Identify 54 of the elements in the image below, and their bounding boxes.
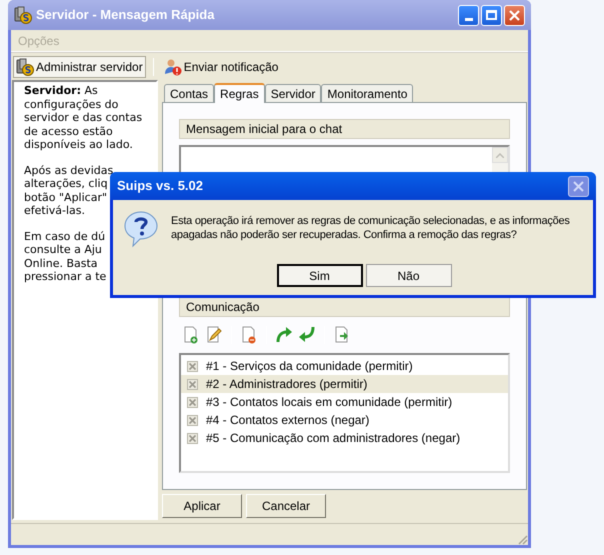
help-text-line: pressionar a te bbox=[24, 270, 106, 284]
rule-item[interactable]: #1 - Serviços da comunidade (permitir) bbox=[181, 357, 508, 375]
dialog-button[interactable]: Sim bbox=[276, 264, 362, 287]
dialog-message: Esta operação irá remover as regras de comunicação selecionadas, e as informações apagadas não poderão ser recuperadas. Confirma a remoção das regras? bbox=[171, 214, 571, 242]
tab[interactable]: Regras bbox=[214, 83, 265, 103]
group-header: Mensagem inicial para o chat bbox=[179, 119, 510, 139]
rule-item[interactable]: #5 - Comunicação com administradores (negar) bbox=[181, 429, 508, 447]
resize-grip-icon[interactable] bbox=[516, 533, 528, 545]
server-icon bbox=[16, 58, 34, 76]
help-text-line: consulte a Aju bbox=[24, 243, 102, 256]
checkbox[interactable] bbox=[187, 414, 198, 426]
question-icon bbox=[123, 210, 159, 248]
dialog-button[interactable]: Não bbox=[366, 264, 452, 287]
app-icon bbox=[14, 6, 32, 24]
rule-item[interactable]: #3 - Contatos locais em comunidade (permitir) bbox=[181, 393, 508, 411]
help-text-line: servidor e das contas bbox=[24, 111, 142, 124]
help-text-line: Servidor: As bbox=[24, 84, 98, 98]
dialog-button[interactable]: Aplicar bbox=[162, 494, 242, 518]
toolbar-button[interactable]: Enviar notificação bbox=[160, 56, 282, 78]
person-alert-icon bbox=[164, 58, 182, 76]
checkbox[interactable] bbox=[187, 360, 198, 372]
help-text-line: configurações do bbox=[24, 98, 118, 111]
minimize-button[interactable] bbox=[458, 4, 479, 26]
help-text-line: Em caso de dú bbox=[24, 230, 106, 243]
maximize-button[interactable] bbox=[481, 4, 502, 26]
close-button[interactable] bbox=[568, 176, 589, 196]
curved-arrow-icon[interactable] bbox=[275, 326, 293, 344]
help-text-line: botão "Aplicar" bbox=[24, 190, 108, 204]
pencil-icon[interactable] bbox=[205, 326, 223, 344]
help-text-line: disponíveis ao lado. bbox=[24, 138, 133, 152]
help-text-line: de acesso estão bbox=[24, 124, 113, 138]
tab[interactable]: Servidor bbox=[264, 84, 322, 102]
help-text-line: Após as devidas bbox=[24, 164, 114, 177]
export-icon[interactable] bbox=[333, 326, 351, 344]
checkbox[interactable] bbox=[187, 396, 198, 408]
dialog-title: Suips vs. 5.02 bbox=[117, 177, 204, 196]
checkbox[interactable] bbox=[187, 432, 198, 444]
new-document-icon[interactable] bbox=[182, 326, 200, 344]
close-icon bbox=[509, 10, 520, 20]
close-icon bbox=[573, 180, 584, 192]
help-text-line: Online. Basta bbox=[24, 256, 98, 270]
dialog-button[interactable]: Cancelar bbox=[246, 494, 326, 518]
help-text-line: efetivá-las. bbox=[24, 204, 86, 218]
delete-document-icon[interactable] bbox=[240, 326, 258, 344]
rule-item[interactable]: #4 - Contatos externos (negar) bbox=[181, 411, 508, 429]
tab[interactable]: Contas bbox=[164, 84, 214, 102]
group-header: Comunicação bbox=[179, 297, 510, 317]
checkbox[interactable] bbox=[187, 378, 198, 390]
return-arrow-icon[interactable] bbox=[298, 326, 316, 344]
tab[interactable]: Monitoramento bbox=[321, 84, 414, 102]
help-text-line: alterações, cliq bbox=[24, 177, 108, 190]
window-title: Servidor - Mensagem Rápida bbox=[36, 6, 216, 24]
rule-item[interactable]: #2 - Administradores (permitir) bbox=[181, 375, 508, 393]
toolbar-button[interactable]: Administrar servidor bbox=[13, 56, 146, 78]
